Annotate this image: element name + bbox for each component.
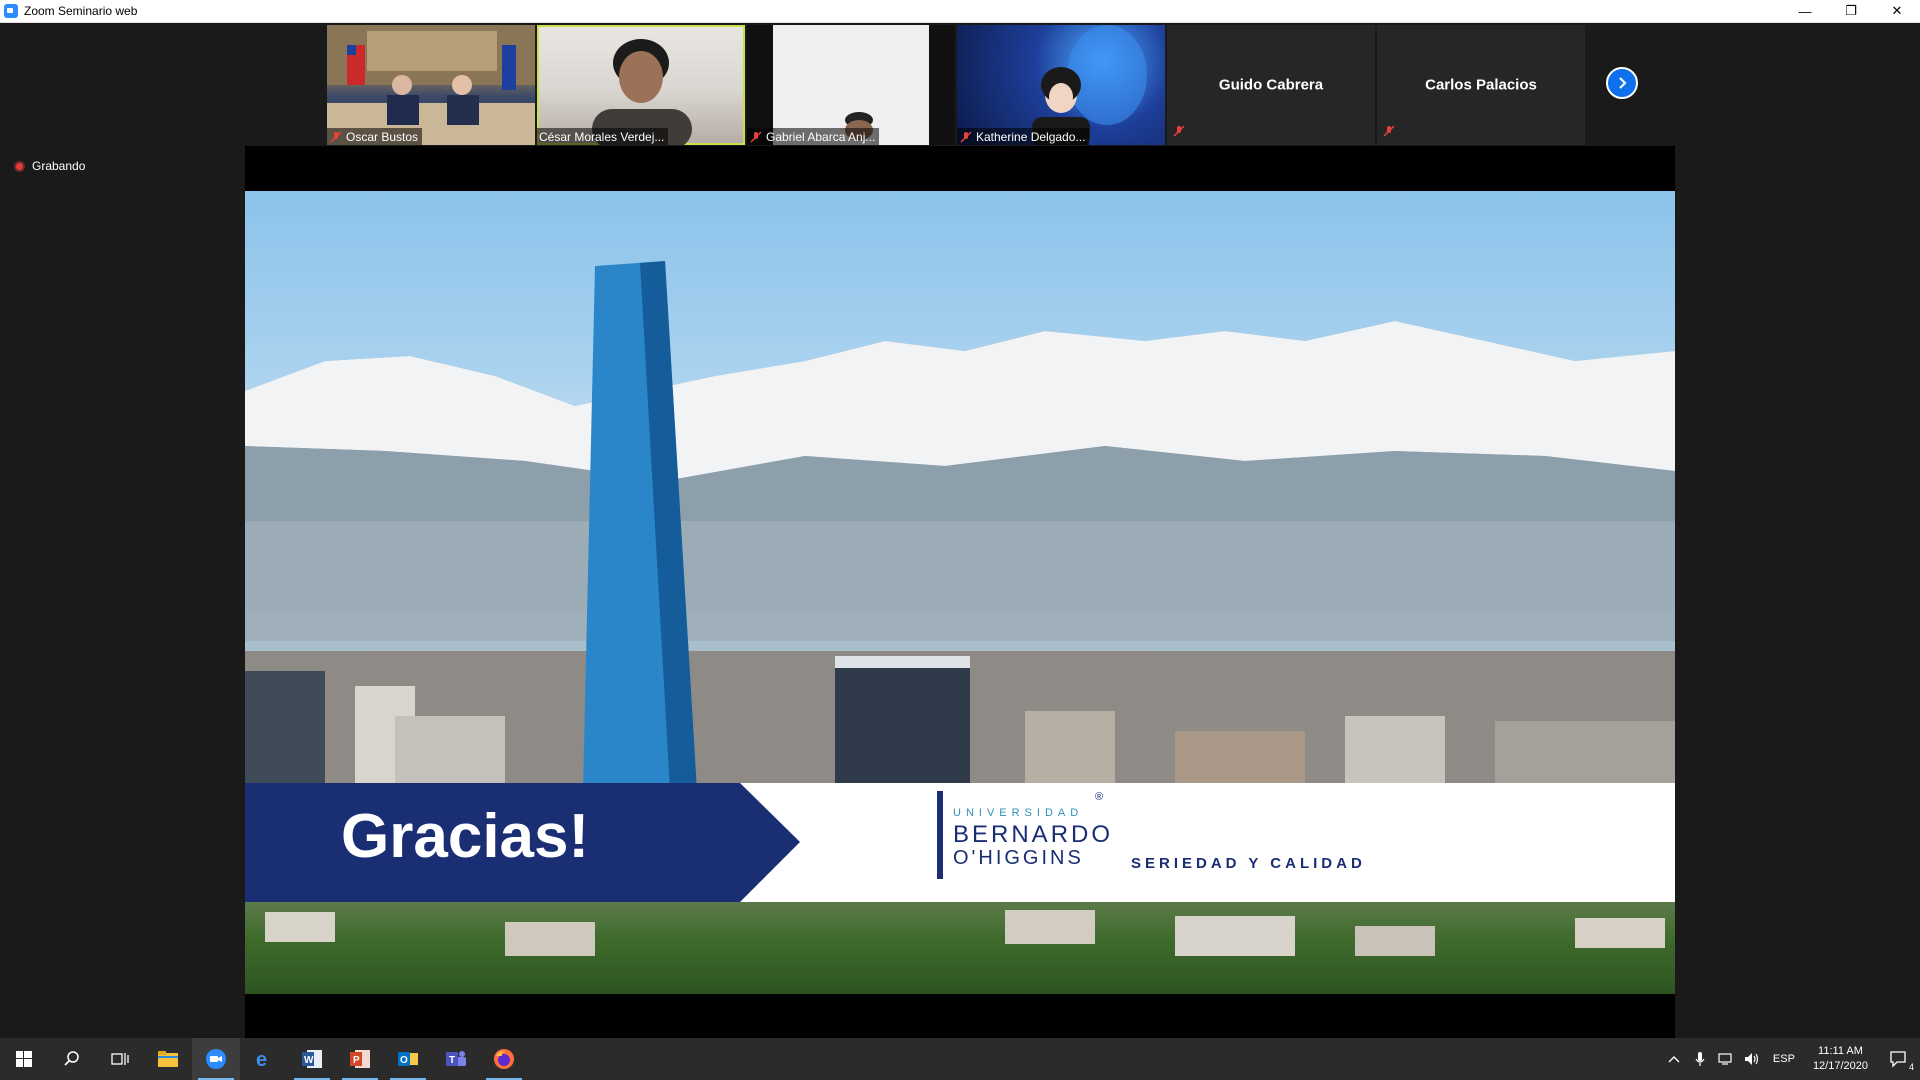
- next-participants-button[interactable]: [1606, 67, 1638, 99]
- notification-count: 4: [1908, 1062, 1914, 1072]
- participant-name: Katherine Delgado...: [976, 129, 1086, 144]
- participant-video: [592, 39, 692, 145]
- participant-name: Guido Cabrera: [1218, 76, 1324, 94]
- close-button[interactable]: ✕: [1874, 0, 1920, 22]
- participant-nameplate: Oscar Bustos: [327, 128, 423, 145]
- university-tagline: SERIEDAD Y CALIDAD: [1131, 855, 1366, 872]
- task-view-icon: [111, 1053, 129, 1065]
- window-controls: — ❐ ✕: [1782, 0, 1920, 22]
- system-clock[interactable]: 11:11 AM 12/17/2020: [1803, 1044, 1878, 1074]
- restore-button[interactable]: ❐: [1828, 0, 1874, 22]
- svg-text:T: T: [449, 1055, 455, 1066]
- edge-icon: e: [256, 1049, 267, 1070]
- participant-nameplate: Katherine Delgado...: [957, 128, 1090, 145]
- volume-tray-button[interactable]: [1739, 1038, 1765, 1080]
- participant-video: [773, 25, 929, 145]
- folder-icon: [158, 1051, 178, 1067]
- network-tray-button[interactable]: [1713, 1038, 1739, 1080]
- meeting-area: Oscar Bustos César Morales Verdej... Gab…: [0, 23, 1920, 1039]
- windows-taskbar: e W P O T ESP 11:11 AM 12/17/2020 4: [0, 1038, 1920, 1080]
- participant-tile[interactable]: Oscar Bustos: [327, 25, 535, 145]
- windows-logo-icon: [16, 1051, 32, 1067]
- svg-text:W: W: [304, 1055, 314, 1066]
- taskbar-zoom[interactable]: [192, 1038, 240, 1080]
- word-icon: W: [302, 1050, 322, 1068]
- recording-label: Grabando: [32, 159, 86, 173]
- university-logo-line1: BERNARDO: [953, 821, 1114, 848]
- recording-indicator[interactable]: Grabando: [14, 159, 85, 173]
- recording-dot-icon: [14, 160, 25, 172]
- taskbar-edge[interactable]: e: [240, 1038, 288, 1080]
- microphone-tray-button[interactable]: [1687, 1038, 1713, 1080]
- zoom-app-icon: [4, 4, 18, 18]
- window-title: Zoom Seminario web: [24, 4, 138, 18]
- search-icon: [64, 1051, 79, 1066]
- chevron-up-icon: [1668, 1056, 1680, 1063]
- outlook-icon: O: [398, 1052, 418, 1066]
- powerpoint-icon: P: [350, 1050, 370, 1068]
- firefox-icon: [494, 1049, 514, 1069]
- slide-city-foreground: [245, 902, 1675, 994]
- taskbar-outlook[interactable]: O: [384, 1038, 432, 1080]
- taskbar-powerpoint[interactable]: P: [336, 1038, 384, 1080]
- task-view-button[interactable]: [96, 1038, 144, 1080]
- muted-mic-icon: [749, 130, 763, 144]
- search-button[interactable]: [48, 1038, 96, 1080]
- show-hidden-icons-button[interactable]: [1661, 1038, 1687, 1080]
- chevron-right-icon: [1619, 77, 1627, 89]
- clock-time: 11:11 AM: [1818, 1045, 1863, 1057]
- input-language[interactable]: ESP: [1765, 1053, 1803, 1065]
- participant-video: [1032, 25, 1147, 145]
- participant-name: César Morales Verdej...: [539, 129, 665, 144]
- minimize-button[interactable]: —: [1782, 0, 1828, 22]
- system-tray: ESP 11:11 AM 12/17/2020 4: [1661, 1038, 1920, 1080]
- speaker-icon: [1744, 1053, 1759, 1065]
- start-button[interactable]: [0, 1038, 48, 1080]
- notifications-icon: [1890, 1051, 1906, 1068]
- action-center-button[interactable]: 4: [1878, 1038, 1920, 1080]
- clock-date: 12/17/2020: [1812, 1060, 1868, 1072]
- muted-mic-icon: [1383, 124, 1395, 142]
- participant-tile[interactable]: Katherine Delgado...: [957, 25, 1165, 145]
- slide-foreground-image: [265, 910, 1665, 956]
- participant-strip: Oscar Bustos César Morales Verdej... Gab…: [327, 25, 1585, 145]
- slide-banner: Gracias! UNIVERSIDAD BERNARDO O'HIGGINS …: [245, 783, 1675, 902]
- svg-text:O: O: [400, 1055, 408, 1066]
- participant-name: Oscar Bustos: [346, 129, 419, 144]
- registered-mark: ®: [1095, 791, 1104, 803]
- participant-nameplate: Gabriel Abarca Anj...: [747, 128, 880, 145]
- window-titlebar: Zoom Seminario web — ❐ ✕: [0, 0, 1920, 23]
- presentation-slide: Gracias! UNIVERSIDAD BERNARDO O'HIGGINS …: [245, 191, 1675, 994]
- muted-mic-icon: [1173, 124, 1185, 142]
- zoom-icon: [206, 1049, 226, 1069]
- svg-text:e: e: [256, 1049, 267, 1070]
- slide-city-image: [245, 261, 1675, 791]
- svg-text:P: P: [353, 1055, 360, 1066]
- taskbar-teams[interactable]: T: [432, 1038, 480, 1080]
- participant-name: Carlos Palacios: [1425, 76, 1537, 94]
- participant-video: [327, 25, 535, 145]
- muted-mic-icon: [329, 130, 343, 144]
- taskbar-word[interactable]: W: [288, 1038, 336, 1080]
- university-logo-bar: [937, 791, 943, 879]
- microphone-icon: [1695, 1052, 1705, 1066]
- university-logo-line2: O'HIGGINS: [953, 847, 1084, 869]
- shared-screen: Gracias! UNIVERSIDAD BERNARDO O'HIGGINS …: [245, 146, 1675, 1039]
- participant-tile-active-speaker[interactable]: César Morales Verdej...: [537, 25, 745, 145]
- university-logo-small-text: UNIVERSIDAD: [953, 807, 1084, 819]
- network-icon: [1718, 1053, 1732, 1065]
- muted-mic-icon: [959, 130, 973, 144]
- slide-headline: Gracias!: [341, 802, 590, 871]
- participant-tile[interactable]: Guido Cabrera: [1167, 25, 1375, 145]
- taskbar-firefox[interactable]: [480, 1038, 528, 1080]
- teams-icon: T: [446, 1051, 466, 1066]
- taskbar-file-explorer[interactable]: [144, 1038, 192, 1080]
- participant-tile[interactable]: Carlos Palacios: [1377, 25, 1585, 145]
- participant-nameplate: César Morales Verdej...: [537, 128, 669, 145]
- participant-tile[interactable]: Gabriel Abarca Anj...: [747, 25, 955, 145]
- participant-name: Gabriel Abarca Anj...: [766, 129, 876, 144]
